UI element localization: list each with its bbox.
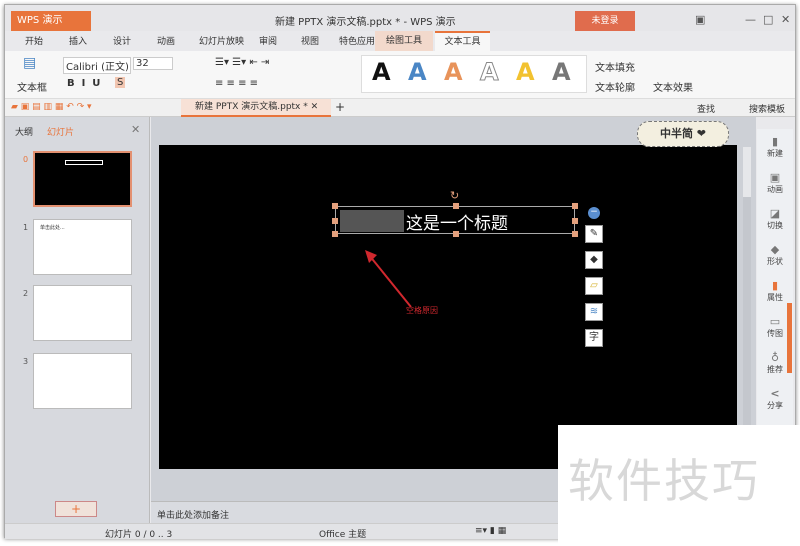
sidebar-share[interactable]: < 分享 [757, 387, 793, 411]
font-size-select[interactable]: 32 [133, 57, 173, 70]
slide-number: 0 [23, 155, 29, 164]
collapse-icon[interactable]: − [588, 207, 600, 219]
app-menu-button[interactable]: WPS 演示 [11, 11, 91, 31]
notes-input[interactable]: 单击此处添加备注 [151, 501, 561, 523]
text-fill-button[interactable]: 文本填充 [595, 59, 635, 74]
text-art-gallery: A A A A A A [361, 55, 587, 93]
art-style-yellow[interactable]: A [516, 58, 535, 86]
slide-counter: 幻灯片 0 / 0 .. 3 [105, 530, 173, 540]
slide-thumbnail[interactable] [33, 353, 132, 409]
view-buttons[interactable]: ≡▾ ▮ ▦ [475, 526, 506, 536]
window-title: 新建 PPTX 演示文稿.pptx * - WPS 演示 [275, 17, 456, 28]
text-selection [340, 210, 404, 232]
textbox-button[interactable]: 文本框 [17, 79, 47, 94]
text-outline-button[interactable]: 文本轮廓 [595, 79, 635, 94]
sticker: 中半简 ❤ [637, 121, 729, 147]
tab-special[interactable]: 特色应用 [339, 34, 375, 47]
slide-number: 1 [23, 223, 29, 232]
quick-access-icons[interactable]: ▰ ▣ ▤ ▥ ▦ ↶ ↷ ▾ [11, 102, 92, 112]
slide-number: 2 [23, 289, 29, 298]
tab-slideshow[interactable]: 幻灯片放映 [199, 34, 244, 47]
layers-icon[interactable]: ≋ [585, 303, 603, 321]
tab-insert[interactable]: 插入 [69, 34, 87, 47]
slide-thumbnail[interactable]: 单击此处... [33, 219, 132, 275]
list-buttons[interactable]: ☰▾ ☰▾ ⇤ ⇥ [215, 57, 269, 68]
outline-icon[interactable]: ▱ [585, 277, 603, 295]
document-tab-label: 新建 PPTX 演示文稿.pptx * [195, 102, 308, 112]
art-style-outline[interactable]: A [480, 58, 500, 87]
minimize-button[interactable]: — [745, 13, 756, 26]
art-style-orange[interactable]: A [444, 58, 463, 86]
align-buttons[interactable]: ≡ ≡ ≡ ≡ [215, 78, 258, 89]
tab-review[interactable]: 审阅 [259, 34, 277, 47]
tab-home[interactable]: 开始 [25, 34, 43, 47]
ribbon: ▤ 文本框 Calibri (正文) 32 B I U S ☰▾ ☰▾ ⇤ ⇥ … [5, 51, 795, 99]
theme-name: Office 主题 [319, 530, 367, 540]
slides-panel: 大纲 幻灯片 ✕ 0 1 单击此处... 2 3 + [5, 117, 150, 523]
close-button[interactable]: ✕ [781, 13, 790, 26]
tab-text-tools[interactable]: 文本工具 [435, 31, 490, 51]
text-effect-button[interactable]: 文本效果 [653, 79, 693, 94]
tab-design[interactable]: 设计 [113, 34, 131, 47]
fill-icon[interactable]: ◆ [585, 251, 603, 269]
title-bar: WPS 演示 新建 PPTX 演示文稿.pptx * - WPS 演示 未登录 … [5, 5, 795, 31]
new-tab-button[interactable]: + [335, 100, 345, 114]
vertical-scrollbar[interactable] [743, 147, 751, 447]
title-textbox[interactable]: 这是一个标题 ↻ [332, 189, 578, 237]
shadow-button[interactable]: S [115, 77, 126, 88]
skin-icon[interactable]: ▣ [695, 13, 705, 26]
watermark: 软件技巧 [558, 425, 800, 546]
thumbnail-text: 单击此处... [40, 225, 65, 231]
bold-button[interactable]: B I U [67, 78, 100, 89]
close-tab-icon[interactable]: ✕ [311, 102, 319, 112]
sidebar-transition[interactable]: ◪ 切换 [757, 207, 793, 231]
sidebar-properties[interactable]: ▮ 属性 [757, 279, 793, 303]
rotate-handle-icon[interactable]: ↻ [450, 189, 459, 202]
close-panel-icon[interactable]: ✕ [131, 123, 140, 136]
art-style-gray[interactable]: A [552, 58, 571, 86]
art-style-blue[interactable]: A [408, 58, 427, 86]
find-button[interactable]: 查找 [697, 102, 715, 115]
search-template-button[interactable]: 搜索模板 [749, 102, 785, 115]
sidebar-expand-handle[interactable] [787, 303, 792, 373]
annotation-label: 空格原因 [406, 306, 438, 315]
ribbon-tabs: 开始 插入 设计 动画 幻灯片放映 审阅 视图 特色应用 绘图工具 文本工具 [5, 31, 795, 51]
text-icon[interactable]: 字 [585, 329, 603, 347]
login-button[interactable]: 未登录 [575, 11, 635, 31]
art-style-black[interactable]: A [372, 58, 391, 86]
tab-view[interactable]: 视图 [301, 34, 319, 47]
quick-access-bar: ▰ ▣ ▤ ▥ ▦ ↶ ↷ ▾ 新建 PPTX 演示文稿.pptx * ✕ + … [5, 99, 795, 117]
textbox-icon: ▤ [23, 55, 37, 71]
slide-number: 3 [23, 357, 29, 366]
slide[interactable]: 这是一个标题 ↻ 空格原因 − ✎ ◆ ▱ ≋ 字 [159, 145, 737, 469]
right-sidebar: ▮ 新建 ▣ 动画 ◪ 切换 ◆ 形状 ▮ 属性 ▭ 传图 ♁ 推荐 < 分享 [757, 129, 793, 429]
sidebar-animation[interactable]: ▣ 动画 [757, 171, 793, 195]
edit-shape-icon[interactable]: ✎ [585, 225, 603, 243]
slide-thumbnail[interactable] [33, 151, 132, 207]
add-slide-button[interactable]: + [55, 501, 97, 517]
maximize-button[interactable]: □ [763, 13, 773, 26]
sidebar-shape[interactable]: ◆ 形状 [757, 243, 793, 267]
document-tab[interactable]: 新建 PPTX 演示文稿.pptx * ✕ [181, 99, 331, 117]
tab-drawing-tools[interactable]: 绘图工具 [375, 31, 433, 51]
sidebar-new[interactable]: ▮ 新建 [757, 135, 793, 159]
tab-outline[interactable]: 大纲 [15, 125, 33, 138]
tab-slides[interactable]: 幻灯片 [47, 125, 74, 138]
slide-thumbnail[interactable] [33, 285, 132, 341]
font-select[interactable]: Calibri (正文) [63, 57, 131, 74]
tab-animation[interactable]: 动画 [157, 34, 175, 47]
